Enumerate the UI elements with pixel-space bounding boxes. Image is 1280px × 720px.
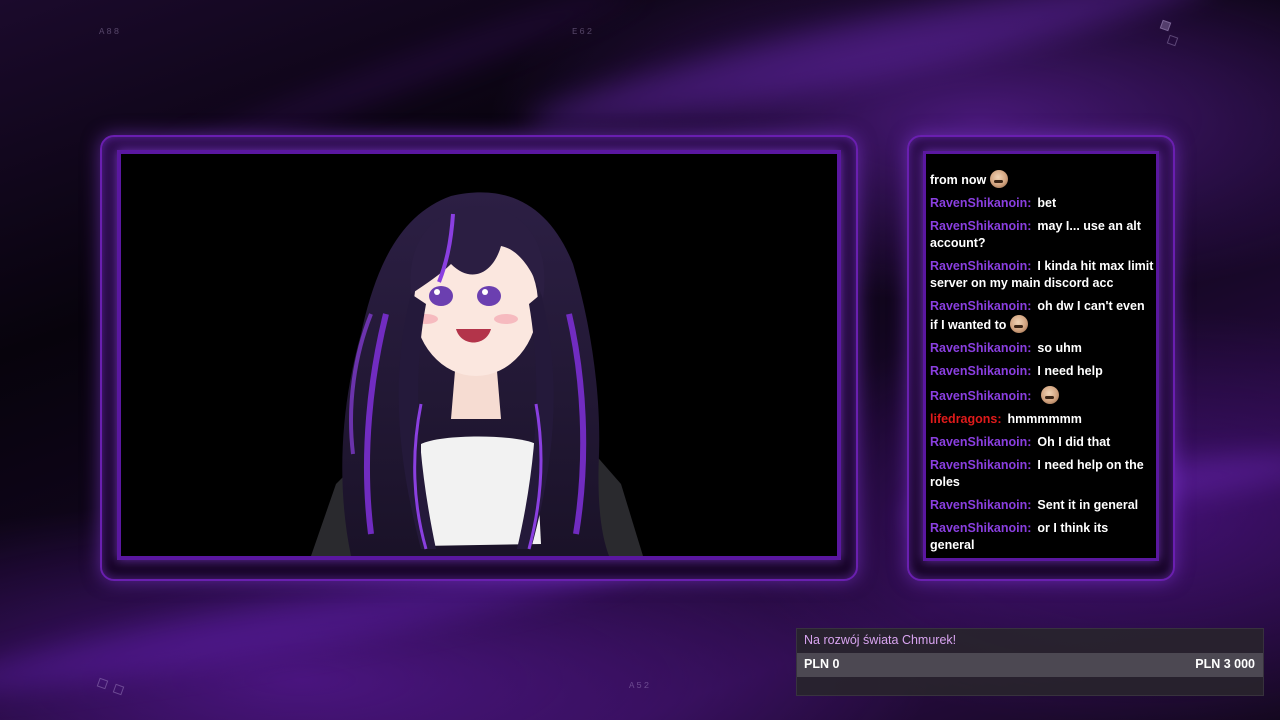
emote-icon xyxy=(989,170,1008,188)
deco-square xyxy=(1159,19,1172,32)
chat-message-text: Sent it in general xyxy=(1037,498,1139,512)
chat-message-list: from now RavenShikanoin: bet RavenShikanoi… xyxy=(930,164,1154,554)
bg-streak xyxy=(521,0,1219,153)
chat-message: RavenShikanoin: so uhm xyxy=(930,340,1154,357)
deco-square xyxy=(96,677,109,690)
chat-message-text: from now xyxy=(930,173,987,187)
chat-message: RavenShikanoin: I kinda hit max limit ser… xyxy=(930,258,1154,292)
chat-username[interactable]: RavenShikanoin: xyxy=(930,435,1031,449)
chat-username[interactable]: lifedragons: xyxy=(930,412,1002,426)
chat-message: RavenShikanoin: Oh I did that xyxy=(930,434,1154,451)
chat-username[interactable]: RavenShikanoin: xyxy=(930,299,1031,313)
emote-icon xyxy=(1040,386,1059,404)
chat-message: RavenShikanoin: oh dw I can't even if I w… xyxy=(930,298,1154,334)
webcam-frame xyxy=(100,135,858,581)
chat-username[interactable]: RavenShikanoin: xyxy=(930,219,1031,233)
chat-message: RavenShikanoin: Sent it in general xyxy=(930,497,1154,514)
chat-message: RavenShikanoin: xyxy=(930,386,1154,405)
chat-username[interactable]: RavenShikanoin: xyxy=(930,521,1031,535)
chat-username[interactable]: RavenShikanoin: xyxy=(930,341,1031,355)
goal-title: Na rozwój świata Chmurek! xyxy=(804,633,957,647)
chat-message: from now xyxy=(930,170,1154,189)
chat-message-text: bet xyxy=(1037,196,1057,210)
chat-message: RavenShikanoin: or I think its general xyxy=(930,520,1154,554)
chat-message-text: I need help xyxy=(1037,364,1103,378)
chat-username[interactable]: RavenShikanoin: xyxy=(930,458,1031,472)
chat-username[interactable]: RavenShikanoin: xyxy=(930,259,1031,273)
chat-message: lifedragons: hmmmmmm xyxy=(930,411,1154,428)
overlay-code-bottom-center: A52 xyxy=(629,681,652,691)
chat-message-text: Oh I did that xyxy=(1037,435,1111,449)
overlay-code-top-left: A88 xyxy=(99,27,122,37)
chat-panel: from now RavenShikanoin: bet RavenShikanoi… xyxy=(923,151,1159,561)
chat-message-text: so uhm xyxy=(1037,341,1082,355)
chat-message: RavenShikanoin: I need help xyxy=(930,363,1154,380)
chat-frame: from now RavenShikanoin: bet RavenShikanoi… xyxy=(907,135,1175,581)
webcam-view xyxy=(117,150,841,560)
chat-message: RavenShikanoin: bet xyxy=(930,195,1154,212)
goal-progress-bar xyxy=(797,653,1263,677)
goal-current-amount: PLN 0 xyxy=(804,657,840,671)
vtuber-avatar xyxy=(311,192,643,556)
deco-square xyxy=(112,683,125,696)
chat-message-text: hmmmmmm xyxy=(1007,412,1082,426)
overlay-code-top-center: E62 xyxy=(572,27,595,37)
donation-goal-widget: Na rozwój świata Chmurek! PLN 0 PLN 3 00… xyxy=(796,628,1264,696)
chat-username[interactable]: RavenShikanoin: xyxy=(930,364,1031,378)
chat-message: RavenShikanoin: I need help on the roles xyxy=(930,457,1154,491)
goal-target-amount: PLN 3 000 xyxy=(1195,657,1255,671)
chat-username[interactable]: RavenShikanoin: xyxy=(930,389,1031,403)
deco-square xyxy=(1166,34,1179,47)
chat-message: RavenShikanoin: may I... use an alt accou… xyxy=(930,218,1154,252)
chat-username[interactable]: RavenShikanoin: xyxy=(930,196,1031,210)
chat-username[interactable]: RavenShikanoin: xyxy=(930,498,1031,512)
emote-icon xyxy=(1009,315,1028,333)
